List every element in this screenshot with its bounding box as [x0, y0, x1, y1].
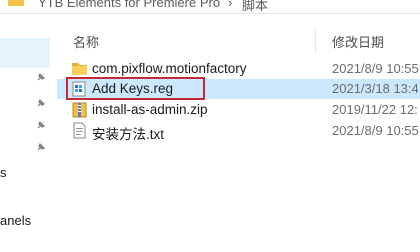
address-bar[interactable]: YTB Elements for Premiere Pro › 脚本	[0, 0, 420, 14]
file-name: 安装方法.txt	[92, 127, 165, 142]
file-date: 2021/8/9 10:55	[332, 61, 419, 76]
folder-icon	[8, 0, 24, 6]
file-date: 2021/3/18 13:4	[332, 81, 419, 96]
column-header-date-modified[interactable]: 修改日期	[332, 32, 384, 51]
nav-item[interactable]: anels	[0, 213, 31, 228]
breadcrumb-current-folder[interactable]: 脚本	[242, 0, 268, 14]
file-row[interactable]: install-as-admin.zip 2019/11/22 12:	[57, 100, 420, 120]
file-row[interactable]: com.pixflow.motionfactory 2021/8/9 10:55	[57, 59, 420, 79]
pin-icon[interactable]	[36, 142, 46, 152]
text-file-icon	[73, 122, 86, 139]
nav-item[interactable]: s	[0, 165, 7, 180]
nav-selected-item[interactable]	[0, 38, 50, 68]
zip-archive-icon	[72, 102, 87, 118]
breadcrumb-separator: ›	[228, 0, 233, 10]
file-name: install-as-admin.zip	[92, 102, 208, 117]
pin-icon[interactable]	[36, 120, 46, 130]
pin-icon[interactable]	[36, 98, 46, 108]
annotation-highlight-box	[66, 77, 205, 100]
column-divider[interactable]	[315, 28, 316, 54]
pin-icon[interactable]	[36, 72, 46, 82]
navigation-pane: s anels	[0, 14, 57, 252]
folder-icon	[72, 63, 87, 75]
breadcrumb-folder[interactable]: YTB Elements for Premiere Pro	[38, 0, 220, 10]
column-header-name[interactable]: 名称	[73, 32, 99, 51]
file-row[interactable]: 安装方法.txt 2021/8/9 10:55	[57, 121, 420, 142]
file-date: 2019/11/22 12:	[332, 102, 418, 117]
file-date: 2021/8/9 10:55	[332, 123, 419, 138]
column-header-row: 名称 修改日期	[57, 14, 420, 54]
file-name: com.pixflow.motionfactory	[92, 61, 247, 76]
